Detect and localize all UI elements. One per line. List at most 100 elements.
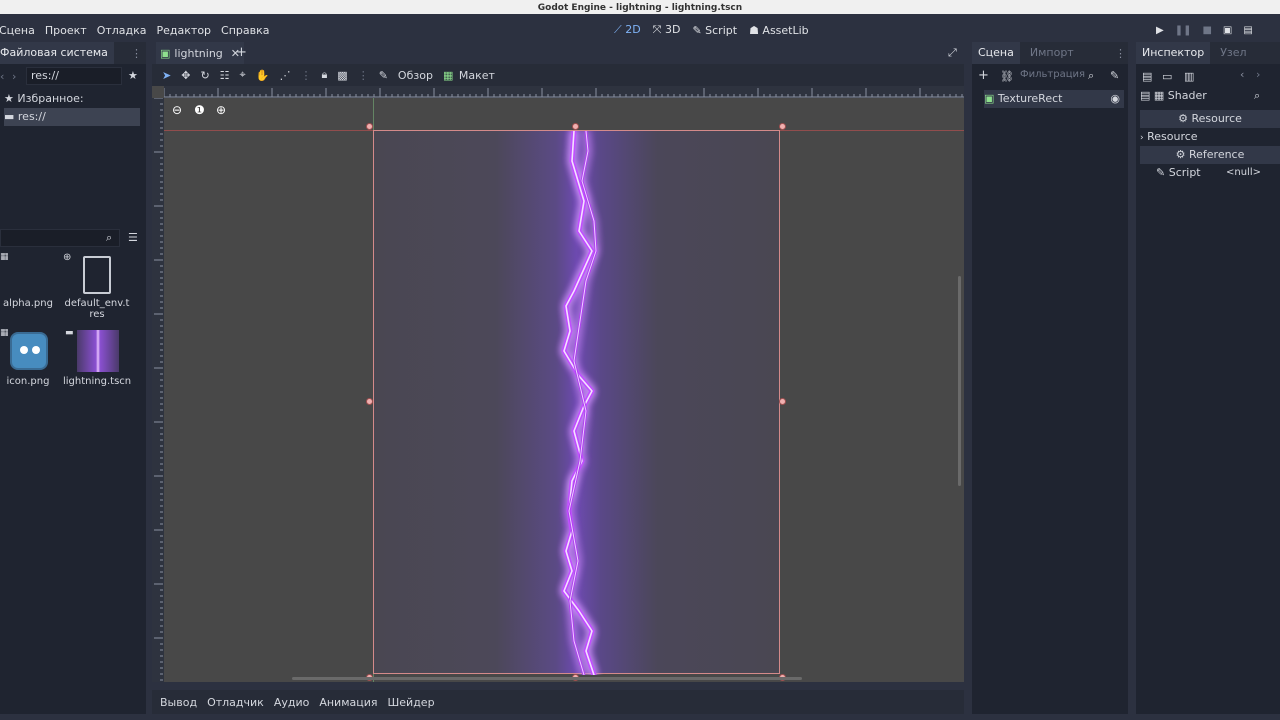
workspace-assetlib[interactable]: ☗ AssetLib (749, 24, 809, 37)
pan-tool-icon[interactable]: ✋ (256, 69, 270, 82)
tab-node[interactable]: Узел (1214, 42, 1252, 64)
open-resource-icon[interactable]: ▭ (1162, 70, 1172, 83)
tab-shader[interactable]: Шейдер (388, 696, 435, 709)
object-selector[interactable]: ▤ ▦ Shader ⌕ (1140, 87, 1276, 105)
section-resource[interactable]: › Resource (1140, 128, 1280, 146)
texture-rect-node[interactable] (373, 130, 780, 675)
save-resource-icon[interactable]: ▥ (1184, 70, 1194, 83)
lock-icon[interactable]: 🔒︎ (321, 68, 327, 82)
menu-scene[interactable]: Сцена (0, 24, 40, 37)
stop-icon[interactable]: ■ (1202, 25, 1211, 36)
res-root-row[interactable]: ▬ res:// (4, 108, 140, 126)
tab-audio[interactable]: Аудио (274, 696, 310, 709)
window-title: Godot Engine - lightning - lightning.tsc… (537, 3, 743, 13)
file-lightning-scene[interactable]: ▬ lightning.tscn (63, 328, 131, 387)
tab-animation[interactable]: Анимация (319, 696, 377, 709)
layout-menu[interactable]: ▦ Макет (443, 69, 495, 82)
favorites-row[interactable]: ★ Избранное: (4, 90, 140, 108)
menu-help[interactable]: Справка (216, 24, 274, 37)
workspace-script[interactable]: ✎ Script (692, 24, 737, 37)
folder-icon: ▬ (4, 110, 15, 123)
resize-handle-right[interactable] (779, 398, 786, 405)
gear-icon: ⚙ (1175, 148, 1186, 161)
viewport-toolbar: ➤ ✥ ↻ ☷ ⌖ ✋ ⋰ ⋮ 🔒︎ ▩ ⋮ ✎ Обзор ▦ Макет (152, 64, 964, 86)
script-value[interactable]: <null> (1226, 164, 1261, 182)
tab-filesystem[interactable]: Файловая система (0, 42, 114, 64)
file-alpha[interactable]: ▦ alpha.png (0, 252, 62, 309)
resize-handle-left[interactable] (366, 398, 373, 405)
zoom-out-icon[interactable]: ⊖ (172, 103, 182, 117)
group-reference[interactable]: ⚙ Reference (1140, 146, 1280, 164)
tab-import[interactable]: Импорт (1024, 42, 1080, 64)
search-icon[interactable]: ⌕ (1254, 87, 1260, 105)
forward-icon[interactable]: › (12, 70, 16, 83)
scene-dock: Сцена Импорт ⋮ + ⛓ Фильтрация ⌕ ✎ ▣ Text… (972, 42, 1128, 714)
script-icon[interactable]: ✎ (1110, 69, 1119, 82)
visibility-eye-icon[interactable]: ◉ (1110, 90, 1120, 108)
menu-debug[interactable]: Отладка (92, 24, 152, 37)
list-view-icon[interactable]: ☰ (128, 231, 138, 244)
layout-icon: ▦ (442, 68, 454, 82)
back-icon[interactable]: ‹ (0, 70, 4, 83)
resize-handle-top-left[interactable] (366, 123, 373, 130)
resize-handle-top[interactable] (572, 123, 579, 130)
play-icon[interactable]: ▶ (1156, 25, 1164, 36)
scene-tabs: ▣ lightning ✕ + ⤢ (152, 42, 964, 64)
list-tool-icon[interactable]: ☷ (220, 69, 230, 82)
tab-inspector[interactable]: Инспектор (1136, 42, 1211, 64)
more2-icon[interactable]: ⋮ (358, 69, 369, 82)
dock-menu-icon[interactable]: ⋮ (131, 47, 142, 60)
workspace-3d[interactable]: ⤧ 3D (653, 23, 681, 37)
snap-icon[interactable]: ⋰ (279, 69, 290, 82)
property-script[interactable]: ✎ Script <null> (1156, 164, 1280, 182)
add-tab-icon[interactable]: + (236, 45, 247, 60)
scene-thumbnail-icon (77, 330, 119, 372)
new-resource-icon[interactable]: ▤ (1142, 70, 1152, 83)
tab-output[interactable]: Вывод (160, 696, 197, 709)
tab-lightning[interactable]: ▣ lightning ✕ (156, 42, 244, 64)
filesystem-dock: Файловая система ⋮ ‹ › res:// ★ ★ Избран… (0, 42, 146, 714)
lightning-texture (561, 131, 598, 675)
menu-project[interactable]: Проект (40, 24, 92, 37)
select-tool-icon[interactable]: ➤ (162, 69, 171, 82)
resize-handle-top-right[interactable] (779, 123, 786, 130)
shader-icon: ▤ ▦ (1140, 89, 1165, 102)
horizontal-scrollbar[interactable] (292, 677, 802, 680)
history-back-icon[interactable]: ‹ (1240, 68, 1244, 81)
menu-bar: Сцена Проект Отладка Редактор Справка ⟋ … (0, 18, 1280, 42)
path-field[interactable]: res:// (26, 67, 122, 85)
image-icon: ▦ (0, 328, 9, 338)
view-menu[interactable]: Обзор (398, 69, 433, 82)
play-custom-icon[interactable]: ▤ (1243, 25, 1252, 36)
pivot-tool-icon[interactable]: ⌖ (240, 68, 246, 82)
move-tool-icon[interactable]: ✥ (181, 69, 190, 82)
chevron-right-icon: › (1140, 133, 1144, 143)
add-node-icon[interactable]: + (978, 68, 989, 83)
history-forward-icon[interactable]: › (1256, 68, 1260, 81)
group-resource[interactable]: ⚙ Resource (1140, 110, 1280, 128)
menu-editor[interactable]: Редактор (152, 24, 217, 37)
canvas-viewport[interactable]: ⊖ ❶ ⊕ (152, 86, 964, 682)
fullscreen-icon[interactable]: ⤢ (948, 46, 957, 60)
group-icon[interactable]: ▩ (337, 69, 347, 82)
workspace-2d[interactable]: ⟋ 2D (614, 23, 641, 37)
rotate-tool-icon[interactable]: ↻ (200, 69, 209, 82)
vertical-scrollbar[interactable] (958, 276, 961, 486)
tab-scene[interactable]: Сцена (972, 42, 1020, 64)
pause-icon[interactable]: ❚❚ (1175, 25, 1192, 36)
window-titlebar: Godot Engine - lightning - lightning.tsc… (0, 0, 1280, 16)
more-icon[interactable]: ⋮ (300, 69, 311, 82)
play-scene-icon[interactable]: ▣ (1223, 25, 1232, 36)
search-icon: ⌕ (106, 231, 113, 244)
tab-debugger[interactable]: Отладчик (207, 696, 264, 709)
zoom-reset-icon[interactable]: ❶ (194, 103, 205, 117)
file-filter-field[interactable] (0, 229, 120, 247)
zoom-in-icon[interactable]: ⊕ (216, 103, 226, 117)
file-icon-png[interactable]: ▦ icon.png (0, 328, 62, 387)
file-default-env[interactable]: ⊕ default_env.tres (63, 252, 131, 320)
node-texture-rect[interactable]: ▣ TextureRect ◉ (984, 90, 1124, 108)
dock-menu-icon[interactable]: ⋮ (1115, 47, 1126, 60)
bone-icon[interactable]: ✎ (379, 69, 388, 82)
favorite-star-icon[interactable]: ★ (128, 69, 138, 82)
link-icon[interactable]: ⛓ (1000, 70, 1014, 83)
